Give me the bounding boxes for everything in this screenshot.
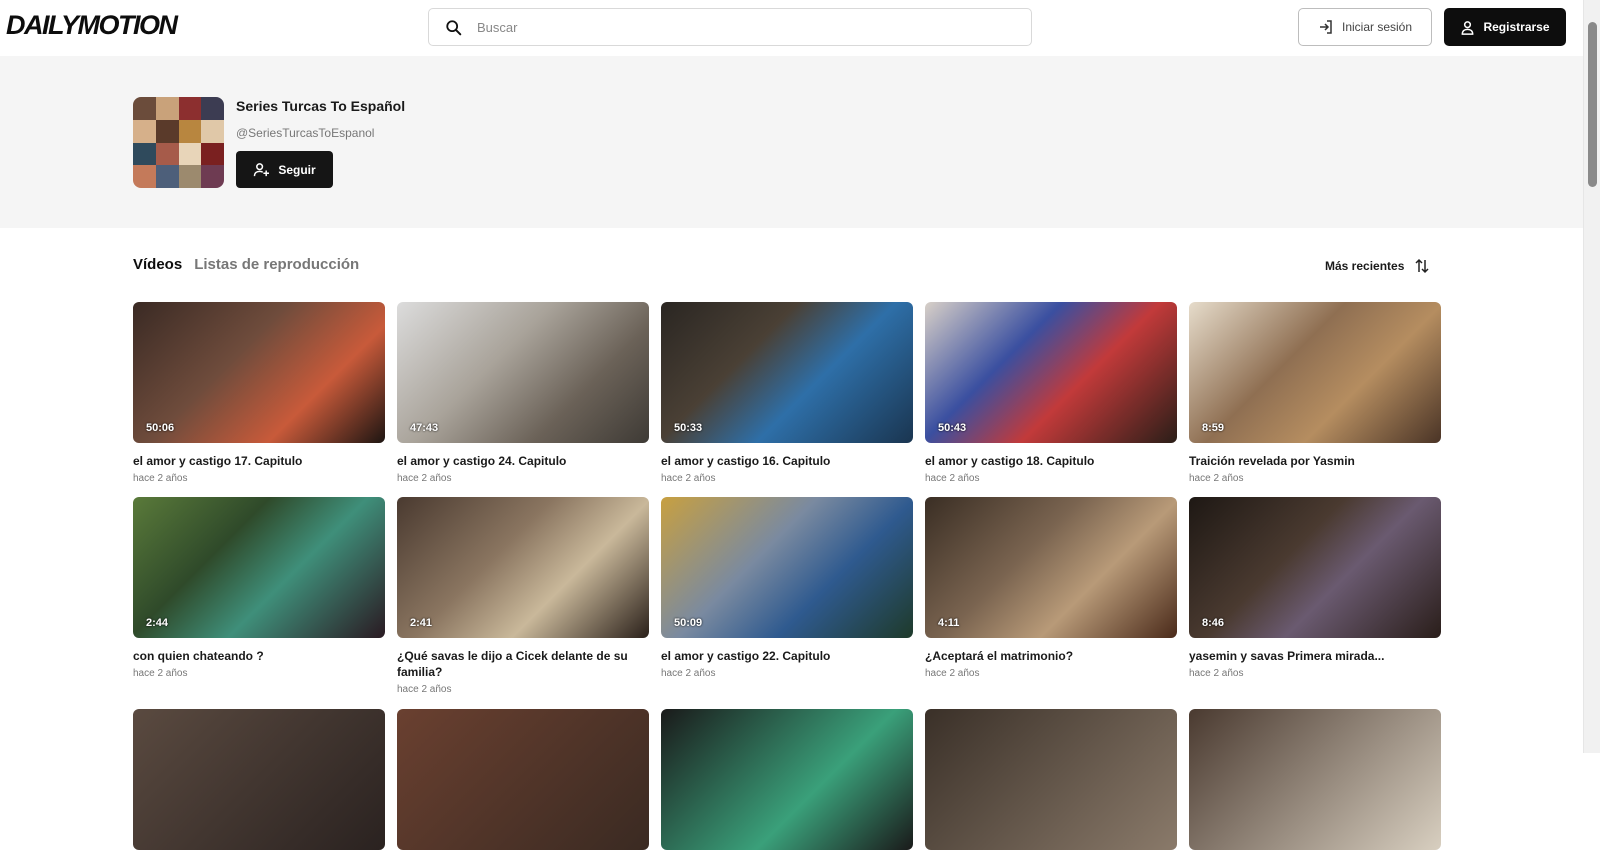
video-thumbnail[interactable] [133,709,385,850]
video-title[interactable]: el amor y castigo 22. Capitulo [661,648,913,664]
video-duration: 50:43 [938,422,967,434]
user-icon [1462,20,1474,35]
video-grid-row-1: 50:06 el amor y castigo 17. Capitulo hac… [133,302,1441,484]
video-thumbnail[interactable] [1189,709,1441,850]
video-title[interactable]: ¿Qué savas le dijo a Cicek delante de su… [397,648,649,680]
channel-tabs: Vídeos Listas de reproducción [133,256,359,273]
video-duration: 50:09 [674,617,703,629]
channel-name[interactable]: Series Turcas To Español [236,98,405,114]
video-date: hace 2 años [1189,668,1244,679]
page-scrollbar[interactable] [1583,0,1600,753]
video-card[interactable] [397,709,649,850]
video-thumbnail[interactable]: 2:44 [133,497,385,638]
video-thumbnail[interactable]: 50:43 [925,302,1177,443]
video-thumbnail[interactable] [661,709,913,850]
follow-label: Seguir [278,162,316,177]
video-card[interactable]: 2:41 ¿Qué savas le dijo a Cicek delante … [397,497,649,695]
tab-playlists[interactable]: Listas de reproducción [194,256,359,273]
video-title[interactable]: el amor y castigo 17. Capitulo [133,453,385,469]
video-duration: 2:41 [410,617,433,629]
sort-dropdown[interactable]: Más recientes [1325,258,1430,274]
video-duration: 50:33 [674,422,703,434]
video-title[interactable]: yasemin y savas Primera mirada... [1189,648,1441,664]
video-card[interactable]: 8:59 Traición revelada por Yasmin hace 2… [1189,302,1441,484]
video-thumbnail[interactable]: 4:11 [925,497,1177,638]
search-icon [446,20,462,36]
video-thumbnail[interactable]: 2:41 [397,497,649,638]
dailymotion-logo[interactable]: DAILYMOTION [6,10,178,41]
video-title[interactable]: Traición revelada por Yasmin [1189,453,1441,469]
register-button[interactable]: Registrarse [1444,8,1566,46]
video-card[interactable]: 50:43 el amor y castigo 18. Capitulo hac… [925,302,1177,484]
video-date: hace 2 años [661,473,716,484]
video-duration: 4:11 [938,617,960,629]
video-card[interactable]: 2:44 con quien chateando ? hace 2 años [133,497,385,695]
video-thumbnail[interactable]: 8:46 [1189,497,1441,638]
video-card[interactable]: 47:43 el amor y castigo 24. Capitulo hac… [397,302,649,484]
scrollbar-thumb[interactable] [1588,22,1597,187]
sort-icon [1415,258,1429,274]
video-card[interactable]: 8:46 yasemin y savas Primera mirada... h… [1189,497,1441,695]
video-duration: 8:59 [1202,422,1225,434]
sort-label: Más recientes [1325,259,1405,273]
video-duration: 47:43 [410,422,439,434]
video-date: hace 2 años [133,473,188,484]
video-date: hace 2 años [925,668,980,679]
video-date: hace 2 años [1189,473,1244,484]
follow-button[interactable]: Seguir [236,151,333,188]
video-card[interactable]: 4:11 ¿Aceptará el matrimonio? hace 2 año… [925,497,1177,695]
search-input[interactable] [477,9,1017,45]
video-date: hace 2 años [661,668,716,679]
video-thumbnail[interactable]: 50:33 [661,302,913,443]
video-date: hace 2 años [133,668,188,679]
login-icon [1319,20,1332,34]
video-title[interactable]: el amor y castigo 24. Capitulo [397,453,649,469]
add-user-icon [254,163,270,177]
video-thumbnail[interactable] [925,709,1177,850]
video-card[interactable]: 50:06 el amor y castigo 17. Capitulo hac… [133,302,385,484]
video-title[interactable]: el amor y castigo 16. Capitulo [661,453,913,469]
video-thumbnail[interactable]: 50:06 [133,302,385,443]
video-duration: 2:44 [146,617,169,629]
video-thumbnail[interactable] [397,709,649,850]
video-title[interactable]: ¿Aceptará el matrimonio? [925,648,1177,664]
video-duration: 8:46 [1202,617,1225,629]
login-button[interactable]: Iniciar sesión [1298,8,1432,46]
register-label: Registrarse [1483,20,1550,34]
video-thumbnail[interactable]: 47:43 [397,302,649,443]
video-thumbnail[interactable]: 50:09 [661,497,913,638]
video-card[interactable]: 50:09 el amor y castigo 22. Capitulo hac… [661,497,913,695]
login-label: Iniciar sesión [1341,20,1413,34]
video-title[interactable]: con quien chateando ? [133,648,385,664]
channel-avatar[interactable] [133,97,224,188]
video-card[interactable]: 50:33 el amor y castigo 16. Capitulo hac… [661,302,913,484]
tab-videos[interactable]: Vídeos [133,256,182,273]
video-card[interactable] [661,709,913,850]
video-grid-row-2: 2:44 con quien chateando ? hace 2 años 2… [133,497,1441,695]
video-card[interactable] [1189,709,1441,850]
video-card[interactable] [925,709,1177,850]
video-date: hace 2 años [397,684,452,695]
video-duration: 50:06 [146,422,175,434]
top-bar: DAILYMOTION Iniciar sesión Registrarse [0,0,1583,56]
video-title[interactable]: el amor y castigo 18. Capitulo [925,453,1177,469]
video-grid-row-3 [133,709,1441,850]
video-card[interactable] [133,709,385,850]
video-date: hace 2 años [397,473,452,484]
channel-header: Series Turcas To Español @SeriesTurcasTo… [0,56,1583,228]
video-thumbnail[interactable]: 8:59 [1189,302,1441,443]
search-box[interactable] [428,8,1032,46]
video-date: hace 2 años [925,473,980,484]
channel-handle: @SeriesTurcasToEspanol [236,126,375,140]
